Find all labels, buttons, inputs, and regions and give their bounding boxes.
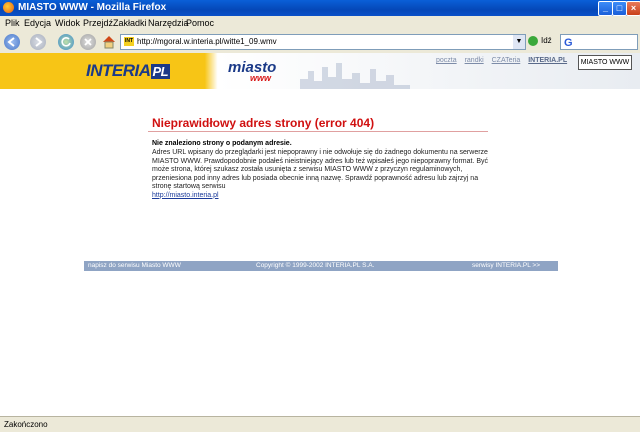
miasto-home-link[interactable]: http://miasto.interia.pl	[152, 192, 219, 199]
navigation-toolbar: INT http://mgoral.w.interia.pl/witte1_09…	[0, 31, 640, 54]
miasto-logo[interactable]: miasto www	[228, 59, 276, 83]
site-footer: napisz do serwisu Miasto WWW Copyright ©…	[84, 261, 558, 271]
forward-button[interactable]	[30, 34, 46, 50]
firefox-icon	[3, 2, 14, 13]
window-title: MIASTO WWW - Mozilla Firefox	[18, 2, 167, 13]
stop-icon	[84, 38, 92, 46]
link-poczta[interactable]: poczta	[436, 57, 457, 64]
error-body-text: Adres URL wpisany do przeglądarki jest n…	[152, 149, 489, 190]
address-value: http://mgoral.w.interia.pl/witte1_09.wmv	[137, 37, 277, 46]
google-search-icon: G	[564, 37, 573, 48]
window-titlebar: MIASTO WWW - Mozilla Firefox _ □ ×	[0, 0, 640, 16]
miasto-www-badge[interactable]: MIASTO WWW	[578, 55, 632, 70]
menu-help[interactable]: Pomoc	[186, 18, 214, 28]
interia-logo-text: INTERIA	[86, 61, 151, 80]
minimize-button[interactable]: _	[598, 1, 613, 16]
maximize-button[interactable]: □	[612, 1, 627, 16]
miasto-logo-www: www	[250, 73, 272, 83]
home-button[interactable]	[101, 34, 117, 50]
footer-services-link[interactable]: serwisy INTERIA.PL >>	[472, 261, 540, 271]
address-dropdown-button[interactable]: ▼	[513, 35, 525, 49]
page-viewport: INTERIA PL miasto www poczta randki CZATe…	[0, 53, 640, 416]
home-icon	[103, 36, 115, 49]
interia-logo[interactable]: INTERIA PL	[86, 61, 171, 81]
go-icon[interactable]	[528, 36, 538, 46]
reload-button[interactable]	[58, 34, 74, 50]
title-divider	[148, 131, 488, 132]
go-label[interactable]: Idź	[541, 36, 552, 45]
reload-icon	[61, 37, 71, 47]
error-subtitle: Nie znaleziono strony o podanym adresie.	[152, 140, 292, 147]
forward-arrow-icon	[35, 37, 43, 47]
error-message: Adres URL wpisany do przeglądarki jest n…	[152, 149, 492, 200]
status-bar: Zakończono	[0, 416, 640, 432]
menu-view[interactable]: Widok	[55, 18, 80, 28]
city-skyline-graphic	[300, 63, 410, 89]
site-header: INTERIA PL miasto www poczta randki CZATe…	[0, 53, 640, 89]
footer-contact-link[interactable]: napisz do serwisu Miasto WWW	[88, 261, 181, 271]
stop-button[interactable]	[80, 34, 96, 50]
address-bar[interactable]: INT http://mgoral.w.interia.pl/witte1_09…	[120, 34, 526, 50]
menu-go[interactable]: Przejdź	[83, 18, 113, 28]
status-text: Zakończono	[4, 420, 48, 429]
menu-file[interactable]: Plik	[5, 18, 20, 28]
menu-edit[interactable]: Edycja	[24, 18, 51, 28]
svg-text:G: G	[564, 37, 573, 48]
link-interia[interactable]: INTERIA.PL	[528, 57, 567, 64]
link-czateria[interactable]: CZATeria	[492, 57, 521, 64]
top-links: poczta randki CZATeria INTERIA.PL	[436, 57, 573, 64]
footer-copyright: Copyright © 1999-2002 INTERIA.PL S.A.	[256, 262, 375, 269]
menu-bar: Plik Edycja Widok Przejdź Zakładki Narzę…	[0, 16, 640, 31]
back-arrow-icon	[7, 37, 15, 47]
search-input[interactable]: G	[560, 34, 638, 50]
back-button[interactable]	[4, 34, 20, 50]
menu-bookmarks[interactable]: Zakładki	[113, 18, 147, 28]
error-title: Nieprawidłowy adres strony (error 404)	[152, 116, 375, 130]
interia-logo-pl: PL	[150, 64, 171, 79]
link-randki[interactable]: randki	[465, 57, 484, 64]
menu-tools[interactable]: Narzędzia	[148, 18, 189, 28]
site-favicon-icon: INT	[124, 37, 134, 46]
close-button[interactable]: ×	[626, 1, 640, 16]
